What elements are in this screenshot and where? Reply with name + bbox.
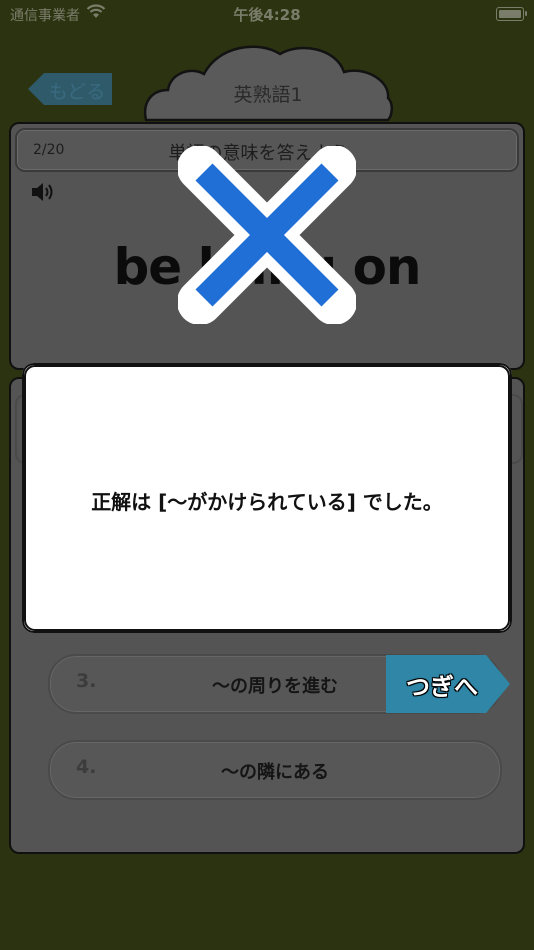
status-time: 午後4:28: [233, 6, 301, 24]
page-title: 英熟語1: [233, 84, 303, 106]
back-button[interactable]: もどる: [28, 72, 112, 106]
status-bar: 通信事業者 午後4:28: [0, 0, 534, 28]
answer-option-4[interactable]: 4. 〜の隣にある: [48, 740, 502, 800]
result-message: 正解は [〜がかけられている] でした。: [91, 490, 443, 514]
next-button-label: つぎへ: [406, 673, 478, 701]
battery-icon: [496, 7, 527, 21]
back-button-label: もどる: [48, 81, 106, 103]
next-button[interactable]: つぎへ: [386, 655, 512, 713]
speaker-icon[interactable]: [30, 181, 56, 207]
option-label: 〜の隣にある: [221, 762, 329, 783]
title-cloud: 英熟語1: [140, 40, 396, 124]
result-dialog: 正解は [〜がかけられている] でした。: [22, 363, 512, 633]
wrong-answer-icon: [177, 145, 357, 328]
